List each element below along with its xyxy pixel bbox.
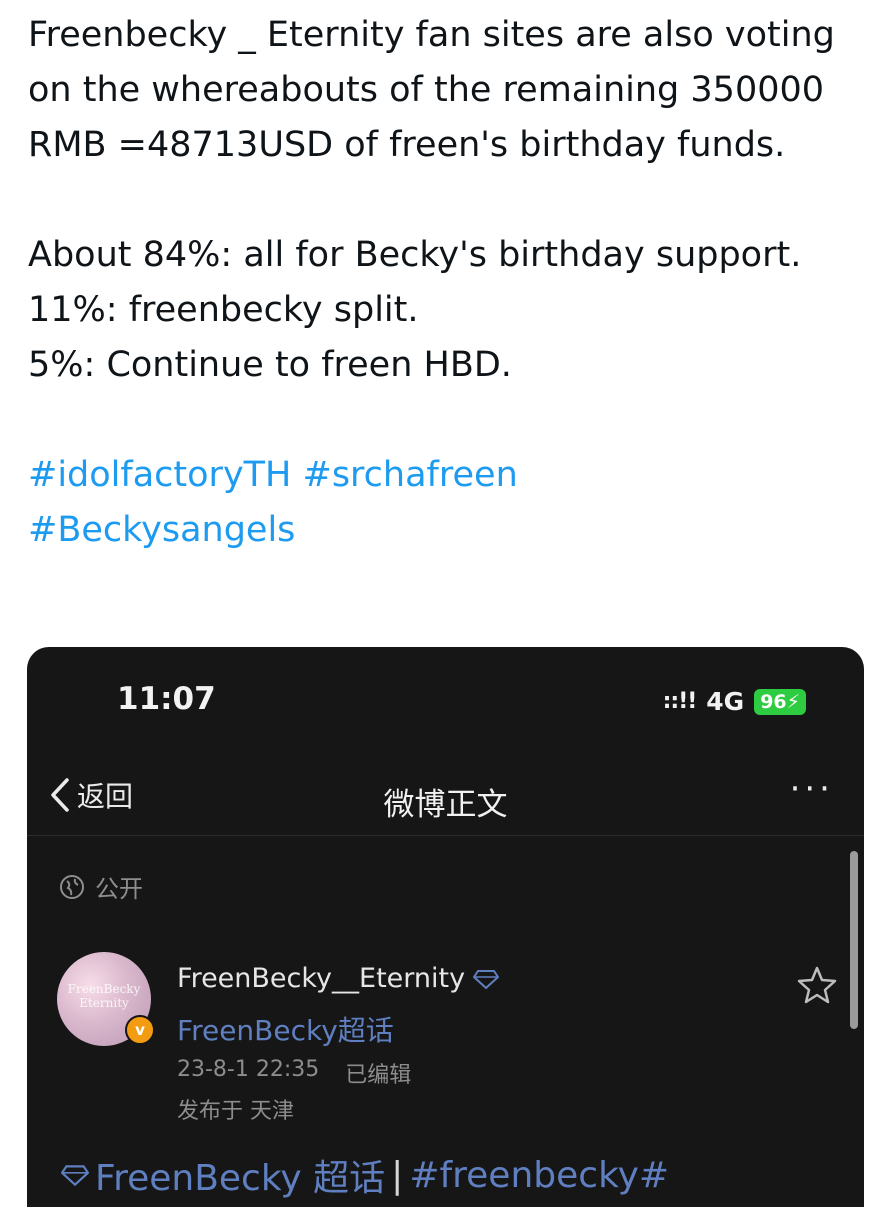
username[interactable]: FreenBecky__Eternity — [177, 963, 500, 994]
hashtag-srchafreen[interactable]: #srchafreen — [303, 455, 518, 495]
tweet-paragraph: Freenbecky _ Eternity fan sites are also… — [28, 15, 835, 165]
battery-level: 96 — [760, 690, 787, 713]
verified-badge-icon: v — [125, 1015, 155, 1045]
page-title: 微博正文 — [383, 787, 508, 823]
status-time: 11:07 — [117, 681, 216, 717]
diamond-icon — [473, 969, 500, 989]
hashtag-idolfactoryth[interactable]: #idolfactoryTH — [28, 455, 291, 495]
tweet-text: Freenbecky _ Eternity fan sites are also… — [28, 8, 878, 558]
post-body: FreenBecky 超话 | #freenbecky# — [61, 1149, 669, 1201]
body-supertopic-link[interactable]: FreenBecky 超话 — [95, 1149, 385, 1201]
tweet-line-5: 5%: Continue to freen HBD. — [28, 345, 512, 385]
post-header: FreenBecky Eternity v FreenBecky__Eterni… — [57, 947, 837, 1127]
username-text: FreenBecky__Eternity — [177, 963, 466, 994]
scrollbar[interactable] — [850, 851, 858, 1029]
battery-indicator: 96⚡ — [754, 688, 806, 715]
signal-bars-icon: ::!! — [662, 689, 698, 714]
tweet-line-11: 11%: freenbecky split. — [28, 290, 419, 330]
tweet-line-84: About 84%: all for Becky's birthday supp… — [28, 235, 802, 275]
post-timestamp: 23-8-1 22:35 — [177, 1057, 320, 1082]
network-type: 4G — [706, 687, 745, 716]
post-meta: 23-8-1 22:35 已编辑 — [177, 1057, 411, 1089]
status-indicators: ::!! 4G 96⚡ — [663, 687, 806, 716]
visibility-row: 公开 — [59, 869, 143, 904]
hashtag-beckysangels[interactable]: #Beckysangels — [28, 510, 295, 550]
nav-bar: 返回 微博正文 ··· — [27, 755, 864, 836]
star-icon[interactable] — [797, 965, 837, 1005]
post-location: 发布于 天津 — [177, 1099, 294, 1124]
body-hashtag-link[interactable]: #freenbecky# — [409, 1155, 669, 1196]
more-dots-icon[interactable]: ··· — [790, 769, 834, 809]
globe-icon — [60, 874, 84, 899]
visibility-label: 公开 — [95, 875, 143, 903]
supertopic-link[interactable]: FreenBecky超话 — [177, 1009, 394, 1049]
avatar-logo-text: FreenBecky Eternity — [67, 982, 141, 1010]
body-separator: | — [391, 1154, 404, 1196]
weibo-screenshot: 11:07 ::!! 4G 96⚡ 返回 微博正文 ··· 公开 FreenBe… — [27, 647, 864, 1207]
edited-label: 已编辑 — [345, 1063, 412, 1088]
diamond-icon — [61, 1165, 89, 1187]
